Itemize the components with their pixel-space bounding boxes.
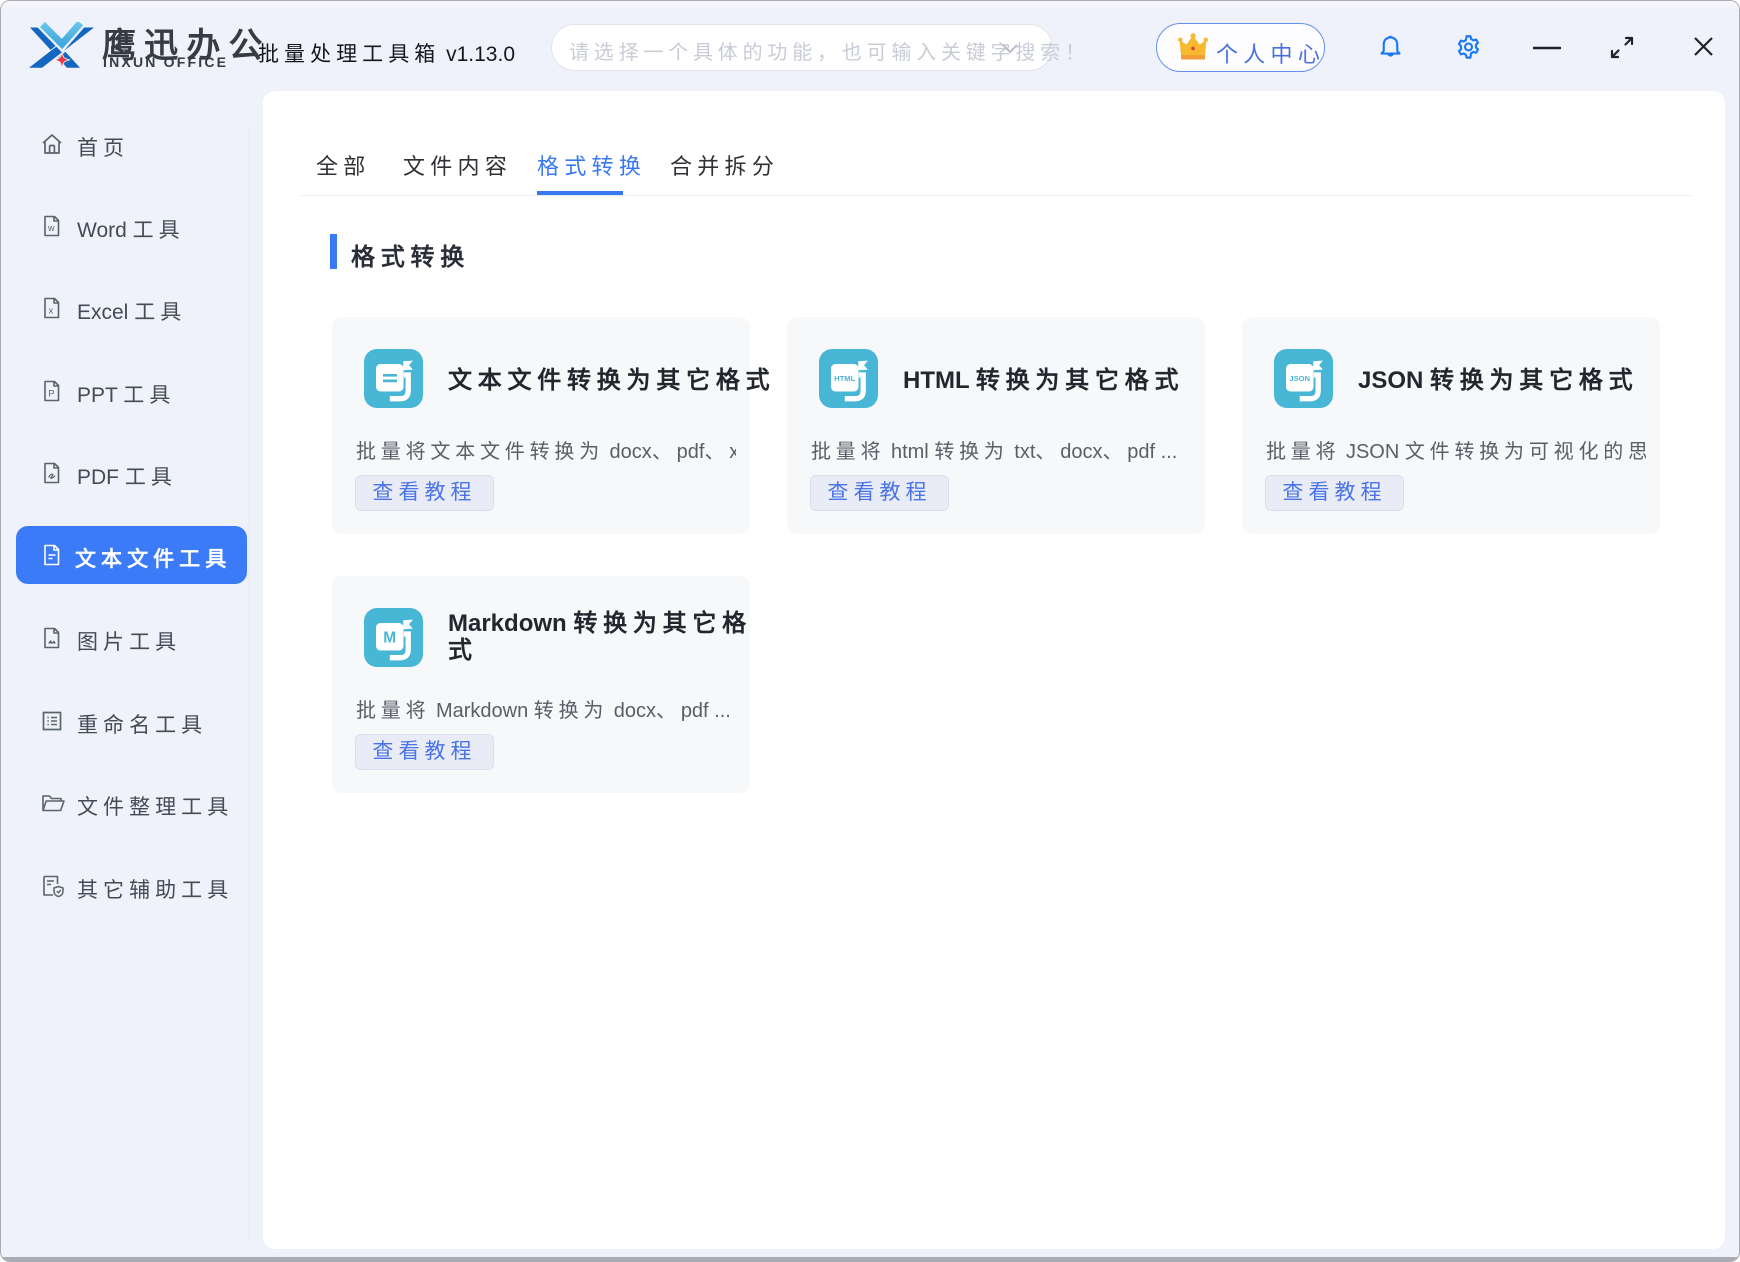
svg-text:JSON: JSON [1289,374,1310,383]
svg-text:w: w [47,223,55,233]
svg-text:P: P [48,389,54,400]
svg-text:HTML: HTML [834,374,855,383]
svg-text:x: x [49,306,54,317]
svg-text:M: M [383,630,396,647]
